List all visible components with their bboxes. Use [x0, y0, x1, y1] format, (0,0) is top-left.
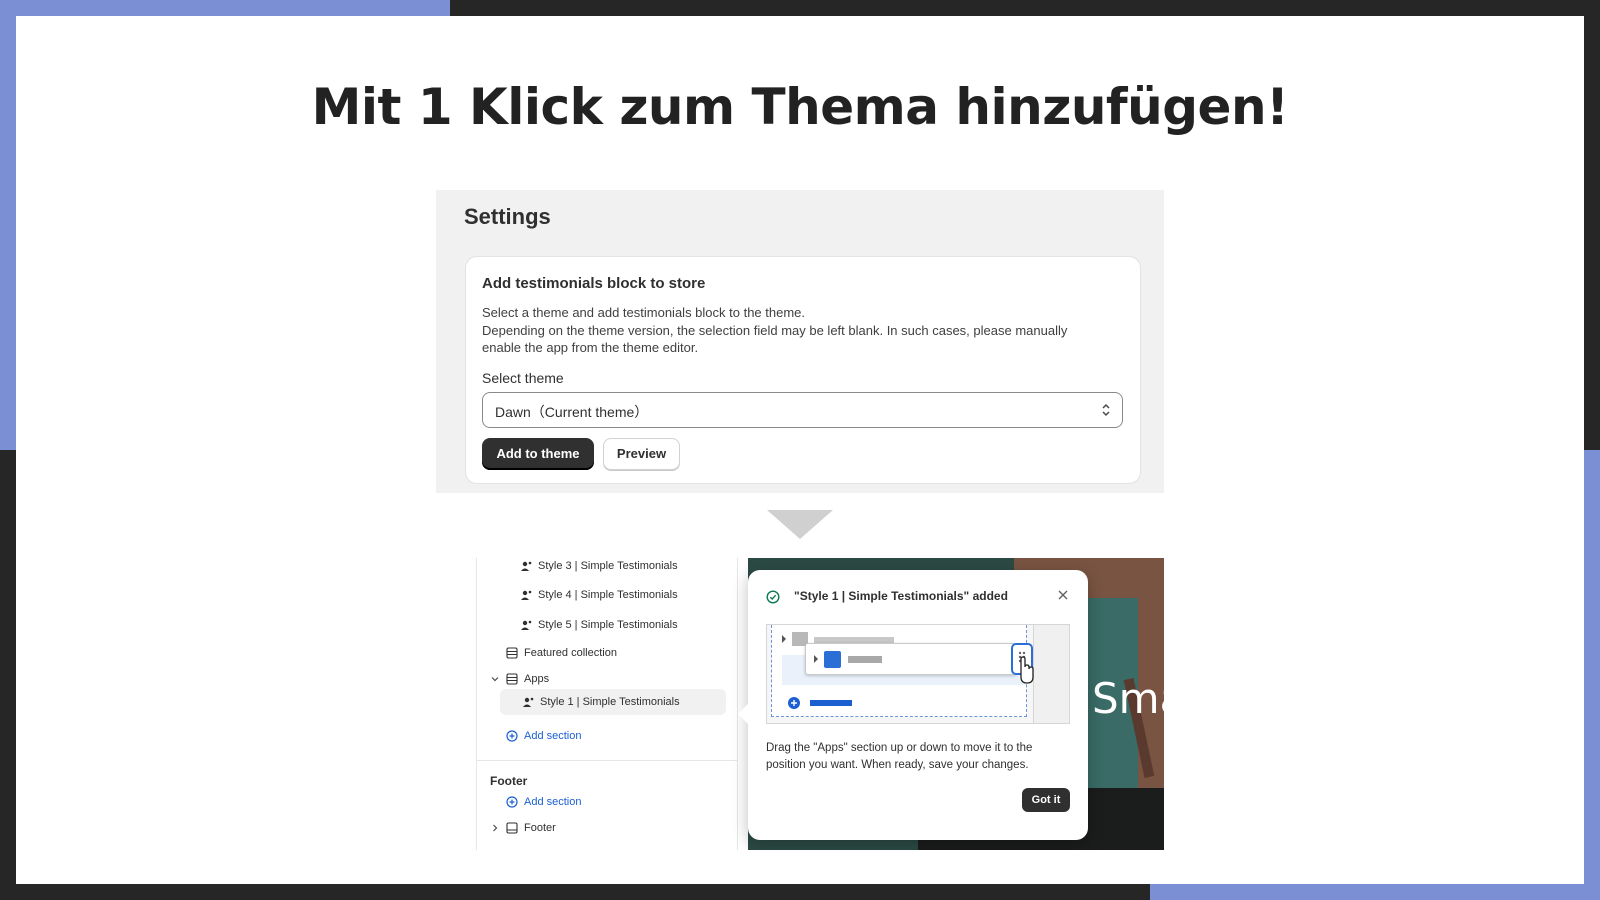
block-icon — [521, 561, 532, 571]
theme-select[interactable]: Dawn（Current theme） — [482, 392, 1123, 428]
sidebar-item-label: Style 1 | Simple Testimonials — [540, 696, 680, 708]
check-circle-icon — [766, 590, 780, 604]
popover-title: "Style 1 | Simple Testimonials" added — [794, 589, 1008, 603]
sidebar-item-apps[interactable]: Apps — [490, 673, 549, 685]
footer-section-icon — [506, 822, 518, 834]
sidebar-item-label: Style 3 | Simple Testimonials — [538, 560, 678, 572]
sidebar-item-style-4[interactable]: Style 4 | Simple Testimonials — [520, 589, 678, 601]
illustration-column — [1033, 625, 1069, 723]
illustration-add-row — [788, 697, 852, 709]
preview-button[interactable]: Preview — [603, 438, 680, 470]
footer-add-section-link[interactable]: Add section — [506, 796, 581, 808]
plus-circle-icon — [506, 796, 518, 808]
divider — [476, 760, 738, 761]
plus-circle-icon — [506, 730, 518, 742]
section-icon — [506, 673, 518, 685]
close-icon[interactable] — [1056, 588, 1070, 602]
theme-select-value: Dawn（Current theme） — [495, 404, 649, 420]
drag-handle-cursor-icon — [1011, 643, 1034, 684]
card-description: Select a theme and add testimonials bloc… — [482, 304, 1132, 357]
block-icon — [523, 697, 534, 707]
popover-body-line-1: Drag the "Apps" section up or down to mo… — [766, 742, 1033, 754]
section-icon — [506, 647, 518, 659]
chevron-down-icon — [491, 677, 499, 682]
chevron-right-icon — [493, 824, 498, 832]
footer-group-heading: Footer — [490, 774, 528, 788]
card-title: Add testimonials block to store — [482, 275, 706, 292]
preview-heading-text: Sma — [1092, 674, 1164, 723]
block-icon — [521, 620, 532, 630]
desc-line-3: enable the app from the theme editor. — [482, 340, 699, 355]
desc-line-2: Depending on the theme version, the sele… — [482, 322, 1068, 338]
sidebar-item-style-1-selected[interactable]: Style 1 | Simple Testimonials — [500, 689, 726, 715]
add-section-link[interactable]: Add section — [506, 730, 581, 742]
got-it-button[interactable]: Got it — [1022, 788, 1070, 812]
sidebar-item-footer[interactable]: Footer — [490, 822, 556, 834]
sidebar-item-label: Featured collection — [524, 647, 617, 659]
headline: Mit 1 Klick zum Thema hinzufügen! — [311, 78, 1289, 136]
select-caret-icon — [1102, 403, 1110, 417]
settings-title: Settings — [464, 204, 551, 229]
editor-sidebar: Style 3 | Simple Testimonials Style 4 | … — [436, 558, 738, 850]
select-theme-label: Select theme — [482, 370, 564, 386]
sidebar-item-featured-collection[interactable]: Featured collection — [506, 647, 617, 659]
popover-body-line-2: position you want. When ready, save your… — [766, 759, 1029, 771]
add-section-label: Add section — [524, 730, 582, 742]
illustration-dragged-block — [805, 643, 1017, 675]
dragged-block-icon — [814, 651, 882, 668]
popover-notch — [738, 704, 748, 724]
sidebar-item-style-5[interactable]: Style 5 | Simple Testimonials — [520, 619, 678, 631]
theme-editor-panel: Style 3 | Simple Testimonials Style 4 | … — [436, 558, 1164, 850]
desc-line-1: Select a theme and add testimonials bloc… — [482, 305, 806, 320]
add-section-label: Add section — [524, 796, 582, 808]
block-added-popover: "Style 1 | Simple Testimonials" added Dr… — [738, 570, 1088, 840]
sidebar-item-label: Style 4 | Simple Testimonials — [538, 589, 678, 601]
sidebar-item-label: Style 5 | Simple Testimonials — [538, 619, 678, 631]
popover-body: Drag the "Apps" section up or down to mo… — [766, 740, 1066, 774]
sidebar-item-style-3[interactable]: Style 3 | Simple Testimonials — [520, 560, 678, 572]
settings-panel: Settings Add testimonials block to store… — [436, 190, 1164, 493]
sidebar-item-label: Apps — [524, 673, 550, 685]
add-block-card: Add testimonials block to store Select a… — [465, 256, 1141, 484]
add-to-theme-button[interactable]: Add to theme — [482, 438, 594, 470]
tree-guide-line — [476, 558, 477, 850]
block-icon — [521, 590, 532, 600]
drag-illustration — [766, 624, 1070, 724]
down-arrow-icon — [767, 510, 833, 539]
sidebar-item-label: Footer — [524, 822, 556, 834]
